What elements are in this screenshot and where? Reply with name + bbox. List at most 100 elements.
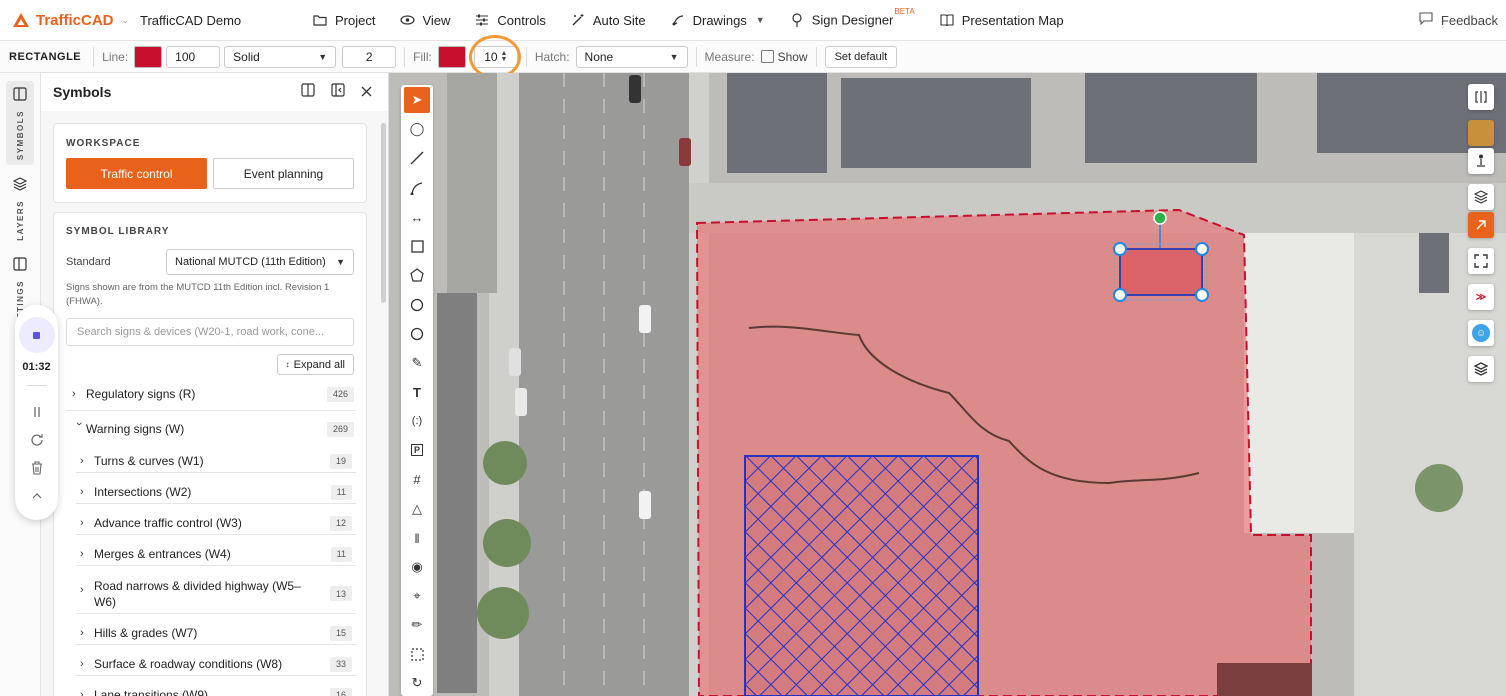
screen-recorder-widget: 01:32 [15, 305, 58, 520]
marquee-tool-icon[interactable] [404, 641, 430, 667]
line-width-input[interactable]: 100 [166, 45, 221, 68]
project-name[interactable]: TrafficCAD Demo [140, 13, 310, 28]
hatch-select[interactable]: None ▼ [575, 45, 688, 68]
parking-tool-icon[interactable]: P [404, 437, 430, 463]
nav-drawings[interactable]: Drawings ▼ [670, 12, 765, 28]
chevron-down-icon: › [73, 422, 85, 426]
lane-tool-icon[interactable]: ‖ [404, 525, 430, 551]
category-regulatory[interactable]: › Regulatory signs (R) 426 [72, 386, 354, 402]
stack-layers-icon[interactable] [1468, 356, 1494, 382]
brand-menu[interactable]: TrafficCAD ⌄ [0, 12, 140, 29]
standard-select[interactable]: National MUTCD (11th Edition) ▼ [166, 249, 354, 275]
restart-icon[interactable] [29, 432, 45, 448]
chevron-right-icon: › [80, 548, 84, 560]
expand-all-button[interactable]: ↕ Expand all [276, 354, 354, 375]
lasso-tool-icon[interactable]: ◯ [404, 116, 430, 142]
dimension-tool-icon[interactable]: ↔ [404, 204, 430, 230]
category-label: Warning signs (W) [86, 422, 185, 436]
feedback-button[interactable]: Feedback [1419, 12, 1498, 28]
text-tool-icon[interactable]: T [404, 379, 430, 405]
drawings-icon [670, 12, 686, 28]
chevron-down-icon: ▼ [669, 51, 679, 62]
eye-icon [399, 12, 415, 28]
crosswalk-tool-icon[interactable]: # [404, 466, 430, 492]
measure-show-checkbox[interactable] [760, 50, 774, 63]
stepper-icon[interactable]: ▲ ▼ [501, 50, 508, 63]
fill-opacity-input[interactable]: 10 ▲ ▼ [473, 45, 518, 68]
subcategory-w5-w6[interactable]: › Road narrows & divided highway (W5–W6)… [80, 578, 352, 610]
rail-layers-tab[interactable]: LAYERS [6, 177, 34, 247]
street-view-icon[interactable] [1468, 148, 1494, 174]
label-tool-icon[interactable]: (:) [404, 408, 430, 434]
chevron-up-icon[interactable] [29, 488, 45, 504]
rail-crossing-tool-icon[interactable]: ⌖ [404, 583, 430, 609]
subcategory-w3[interactable]: › Advance traffic control (W3) 12 [80, 515, 352, 531]
nav-project[interactable]: Project [312, 12, 375, 28]
show-label: Show [777, 49, 808, 64]
map-canvas[interactable] [389, 73, 1506, 696]
event-planning-button[interactable]: Event planning [213, 158, 354, 189]
line-tool-icon[interactable] [404, 145, 430, 171]
fill-label: Fill: [413, 49, 432, 64]
fullscreen-icon[interactable] [1468, 248, 1494, 274]
trash-icon[interactable] [29, 460, 45, 476]
panel-scrollbar[interactable] [381, 123, 386, 303]
subcategory-w2[interactable]: › Intersections (W2) 11 [80, 484, 352, 500]
panel-icon [13, 257, 27, 274]
subcategory-count: 19 [329, 453, 352, 469]
nav-controls[interactable]: Controls [474, 12, 546, 28]
polygon-tool-icon[interactable] [404, 262, 430, 288]
select-tool-icon[interactable]: ➤ [404, 87, 430, 113]
line-value-input[interactable]: 2 [342, 45, 397, 68]
chat-icon [1419, 12, 1433, 28]
subcategory-label: Road narrows & divided highway (W5–W6) [94, 579, 301, 609]
rotate-tool-icon[interactable]: ↻ [404, 670, 430, 696]
target-tool-icon[interactable]: ◉ [404, 554, 430, 580]
line-style-select[interactable]: Solid ▼ [224, 45, 337, 68]
divider [76, 534, 356, 535]
stop-recording-button[interactable] [18, 317, 55, 353]
curve-tool-icon[interactable] [404, 175, 430, 201]
rectangle-tool-icon[interactable] [404, 233, 430, 259]
beta-badge: BETA [894, 7, 915, 17]
pause-icon[interactable] [29, 404, 45, 420]
divider [76, 503, 356, 504]
nav-view[interactable]: View [399, 12, 450, 28]
snap-icon[interactable] [1468, 212, 1494, 238]
nav-auto-site[interactable]: Auto Site [570, 12, 646, 28]
subcategory-w4[interactable]: › Merges & entrances (W4) 11 [80, 546, 352, 562]
divider [695, 46, 697, 67]
close-icon[interactable] [361, 84, 372, 100]
subcategory-w1[interactable]: › Turns & curves (W1) 19 [80, 453, 352, 469]
traffic-control-button[interactable]: Traffic control [66, 158, 207, 189]
subcategory-w7[interactable]: › Hills & grades (W7) 15 [80, 625, 352, 641]
ellipse-tool-icon[interactable] [404, 321, 430, 347]
rail-symbols-tab[interactable]: SYMBOLS [6, 81, 34, 165]
node-tool-icon[interactable]: △ [404, 496, 430, 522]
fill-color-swatch[interactable] [437, 45, 466, 68]
expand-icon: ↕ [285, 360, 290, 369]
nav-view-label: View [422, 12, 451, 28]
collapse-panel-icon[interactable] [331, 83, 345, 100]
globe-icon[interactable]: ☺ [1468, 320, 1494, 346]
chevron-right-icon: › [72, 388, 76, 400]
nav-presentation-map[interactable]: Presentation Map [939, 12, 1064, 28]
split-view-icon[interactable] [301, 83, 315, 100]
pencil-tool-icon[interactable]: ✎ [404, 350, 430, 376]
symbol-search-input[interactable]: Search signs & devices (W20-1, road work… [66, 318, 354, 346]
measure-tool-icon[interactable]: ✏ [404, 612, 430, 638]
set-default-button[interactable]: Set default [824, 45, 898, 68]
chevron-right-icon: › [80, 627, 84, 639]
layers-icon[interactable] [1468, 184, 1494, 210]
compare-icon[interactable] [1468, 84, 1494, 110]
satellite-basemap-icon[interactable] [1468, 120, 1494, 146]
nav-sign-designer[interactable]: Sign DesignerBETA [789, 7, 915, 28]
route-icon[interactable]: ≫ [1468, 284, 1494, 310]
subcategory-label: Hills & grades (W7) [94, 626, 198, 640]
subcategory-count: 13 [329, 586, 352, 601]
subcategory-w9[interactable]: › Lane transitions (W9) 16 [80, 687, 352, 696]
circle-tool-icon[interactable] [404, 292, 430, 318]
subcategory-w8[interactable]: › Surface & roadway conditions (W8) 33 [80, 656, 352, 672]
line-color-swatch[interactable] [134, 45, 163, 68]
category-warning[interactable]: › Warning signs (W) 269 [72, 421, 354, 437]
